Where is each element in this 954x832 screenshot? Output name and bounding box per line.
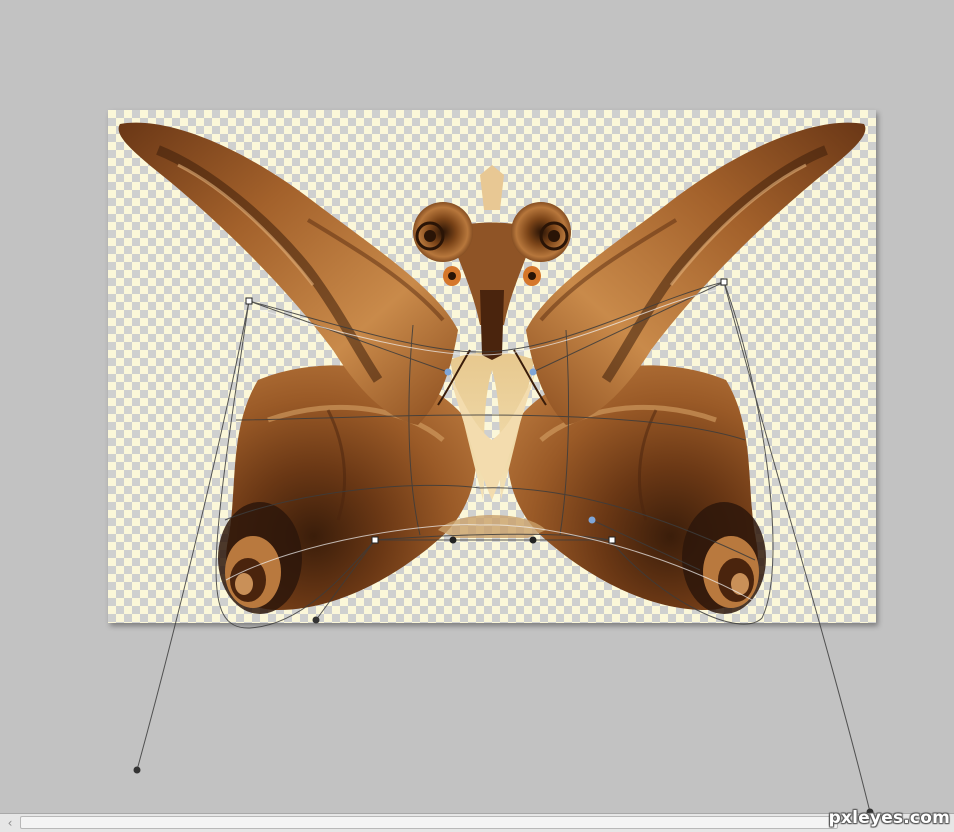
- warp-control-point-bottom-mid-l[interactable]: [449, 536, 457, 544]
- warp-interior-point-right[interactable]: [529, 368, 537, 376]
- document-canvas[interactable]: [108, 110, 876, 623]
- warp-anchor-top-right[interactable]: [720, 278, 728, 286]
- workspace[interactable]: [0, 0, 954, 813]
- warp-control-point-bottom[interactable]: [312, 616, 320, 624]
- warp-control-point-bl-far[interactable]: [133, 766, 141, 774]
- horizontal-scrollbar[interactable]: ‹: [0, 813, 954, 832]
- warp-anchor-top-left[interactable]: [245, 297, 253, 305]
- lower-wing-left: [218, 365, 477, 614]
- lower-wing-right: [507, 365, 766, 614]
- moth-artwork: [118, 122, 866, 614]
- watermark-text: pxleyes.com: [828, 808, 950, 828]
- scrollbar-thumb[interactable]: [20, 816, 838, 829]
- warp-anchor-bottom-right[interactable]: [608, 536, 616, 544]
- warp-interior-point-left[interactable]: [444, 368, 452, 376]
- scroll-left-arrow-icon[interactable]: ‹: [2, 815, 18, 831]
- warp-control-point-bottom-mid-r[interactable]: [529, 536, 537, 544]
- warp-interior-point-lower-right[interactable]: [588, 516, 596, 524]
- warp-anchor-bottom-left[interactable]: [371, 536, 379, 544]
